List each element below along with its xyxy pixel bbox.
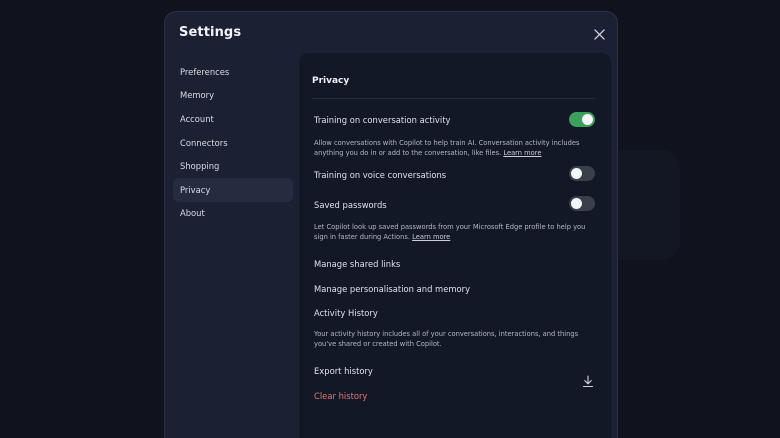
saved-passwords-toggle[interactable] (569, 196, 595, 211)
toggle-knob (582, 114, 593, 125)
manage-personalisation-memory[interactable]: Manage personalisation and memory (314, 284, 470, 294)
sidebar-item-label: Account (180, 113, 214, 124)
sidebar-item-preferences[interactable]: Preferences (173, 60, 293, 84)
sidebar-item-label: Privacy (180, 184, 211, 195)
training-conversation-toggle[interactable] (569, 112, 595, 127)
saved-passwords-label: Saved passwords (314, 200, 387, 210)
sidebar-item-account[interactable]: Account (173, 107, 293, 131)
activity-history-description: Your activity history includes all of yo… (314, 330, 579, 348)
sidebar-item-shopping[interactable]: Shopping (173, 154, 293, 178)
sidebar-item-label: Preferences (180, 66, 230, 77)
sidebar-item-memory[interactable]: Memory (173, 84, 293, 108)
download-icon[interactable] (582, 375, 594, 388)
privacy-panel: Privacy Training on conversation activit… (299, 53, 611, 438)
training-voice-toggle[interactable] (569, 166, 595, 181)
sidebar-item-label: Memory (180, 90, 215, 101)
sidebar-item-privacy[interactable]: Privacy (173, 177, 293, 202)
training-conversation-description: Allow conversations with Copilot to help… (314, 138, 596, 158)
saved-passwords-description: Let Copilot look up saved passwords from… (314, 222, 596, 242)
sidebar-item-label: About (180, 208, 205, 219)
toggle-knob (571, 168, 582, 179)
sidebar-item-label: Shopping (180, 161, 220, 172)
clear-history-button[interactable]: Clear history (314, 391, 367, 401)
manage-shared-links[interactable]: Manage shared links (314, 259, 400, 269)
learn-more-link[interactable]: Learn more (503, 149, 541, 157)
toggle-knob (571, 198, 582, 209)
export-history-button[interactable]: Export history (314, 366, 373, 376)
dialog-title: Settings (179, 25, 242, 40)
settings-dialog: Settings Preferences Memory Account Conn… (164, 11, 618, 438)
close-icon (593, 28, 605, 40)
sidebar-item-connectors[interactable]: Connectors (173, 131, 293, 155)
close-button[interactable] (591, 26, 607, 42)
training-conversation-label: Training on conversation activity (314, 115, 451, 125)
panel-title: Privacy (312, 76, 350, 86)
settings-sidebar: Preferences Memory Account Connectors Sh… (173, 60, 293, 225)
learn-more-link[interactable]: Learn more (412, 233, 450, 241)
divider (312, 98, 595, 99)
activity-history-title: Activity History (314, 308, 378, 318)
sidebar-item-label: Connectors (180, 137, 228, 148)
sidebar-item-about[interactable]: About (173, 202, 293, 226)
training-voice-label: Training on voice conversations (314, 170, 447, 180)
